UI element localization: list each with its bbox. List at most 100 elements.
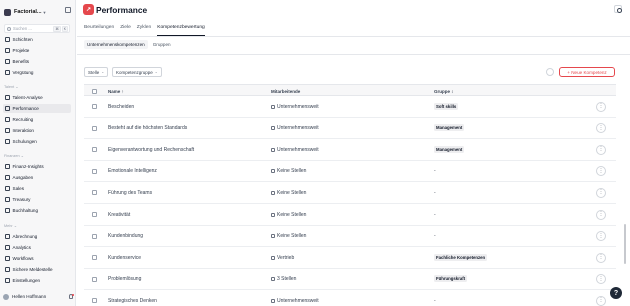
- row-checkbox[interactable]: [92, 104, 97, 109]
- more-options-icon[interactable]: ⋮: [596, 187, 606, 198]
- employees-cell: Unternehmensweit: [271, 125, 319, 131]
- filter-label: Kompetenzgruppe: [116, 69, 153, 75]
- group-empty: -: [434, 233, 436, 240]
- table-row[interactable]: Strategisches Denken Unternehmensweit - ⋮: [84, 290, 616, 306]
- more-options-icon[interactable]: ⋮: [596, 144, 606, 155]
- sidebar-item-sichere-meldestelle[interactable]: Sichere Meldestelle: [3, 265, 71, 274]
- tab-zyklen[interactable]: Zyklen: [137, 21, 151, 36]
- row-checkbox[interactable]: [92, 190, 97, 196]
- scrollbar[interactable]: [623, 84, 627, 306]
- row-checkbox[interactable]: [92, 125, 97, 131]
- table-row[interactable]: Bescheiden Unternehmensweit Soft skills ⋮: [84, 96, 616, 118]
- more-options-icon[interactable]: ⋮: [596, 209, 606, 220]
- help-button[interactable]: ?: [610, 287, 622, 299]
- row-checkbox[interactable]: [92, 276, 97, 282]
- table-row[interactable]: Eigenverantwortung und Rechenschaft Unter…: [84, 139, 616, 161]
- search-input[interactable]: Suchen ... ⌘ K: [4, 24, 70, 33]
- employees-cell: Vertrieb: [271, 255, 294, 261]
- graduation-icon: [5, 139, 10, 144]
- sidebar-item-finanz-insights[interactable]: Finanz-Insights: [3, 162, 71, 171]
- scrollbar-thumb[interactable]: [624, 224, 626, 264]
- more-options-icon[interactable]: ⋮: [596, 101, 606, 112]
- sidebar-item-sales[interactable]: Sales: [3, 184, 71, 193]
- search-icon: [7, 26, 11, 31]
- filter-stelle[interactable]: Stelle ⌄: [84, 67, 109, 77]
- employees-cell: Keine Stellen: [271, 190, 306, 196]
- table-header: Name ↑ Mitarbeitende Gruppe ↕: [84, 84, 616, 96]
- sidebar-item-einstellungen[interactable]: Einstellungen: [3, 276, 71, 285]
- tab-beurteilungen[interactable]: Beurteilungen: [84, 21, 114, 36]
- sidebar-item-verguetung[interactable]: Vergütung: [3, 68, 71, 77]
- competency-name: Eigenverantwortung und Rechenschaft: [108, 146, 195, 153]
- table-row[interactable]: Führung des Teams Keine Stellen - ⋮: [84, 182, 616, 204]
- more-options-icon[interactable]: ⋮: [596, 274, 606, 285]
- employees-cell: Unternehmensweit: [271, 104, 319, 110]
- sidebar-toggle-icon[interactable]: [65, 7, 71, 13]
- sidebar-item-interaktion[interactable]: Interaktion: [3, 126, 71, 135]
- subtab-unternehmenskompetenzen[interactable]: Unternehmenskompetenzen: [84, 40, 148, 49]
- sidebar-item-analytics[interactable]: Analytics: [3, 243, 71, 252]
- sidebar-item-schichten[interactable]: Schichten: [3, 35, 71, 44]
- competency-name: Emotionale Intelligenz: [108, 168, 157, 175]
- sidebar-item-label: Vergütung: [12, 70, 34, 75]
- company-switcher[interactable]: Factorial... ▼: [4, 5, 72, 19]
- sidebar-item-label: Finanz-Insights: [12, 164, 44, 169]
- main-tabs: Beurteilungen Ziele Zyklen Kompetenzbewe…: [84, 21, 211, 36]
- more-options-icon[interactable]: ⋮: [596, 166, 606, 177]
- sales-icon: [5, 186, 10, 191]
- divider: [77, 54, 630, 55]
- row-checkbox[interactable]: [92, 298, 97, 304]
- tab-kompetenzbewertung[interactable]: Kompetenzbewertung: [157, 21, 205, 36]
- sidebar-item-benefits[interactable]: Benefits: [3, 57, 71, 66]
- sidebar-item-recruiting[interactable]: Recruiting: [3, 115, 71, 124]
- more-options-icon[interactable]: ⋮: [596, 295, 606, 306]
- sidebar-item-performance[interactable]: Performance: [3, 104, 71, 113]
- sidebar-item-talent-analyse[interactable]: Talent-Analyse: [3, 93, 71, 102]
- employees-cell: Keine Stellen: [271, 233, 306, 239]
- more-options-icon[interactable]: ⋮: [596, 252, 606, 263]
- new-competency-button[interactable]: + Neue Kompetenz: [559, 67, 615, 77]
- row-checkbox[interactable]: [92, 255, 97, 261]
- sidebar-item-schulungen[interactable]: Schulungen: [3, 137, 71, 146]
- bell-icon[interactable]: [68, 293, 74, 299]
- row-checkbox[interactable]: [92, 212, 97, 217]
- column-header-name[interactable]: Name ↑: [108, 89, 124, 94]
- sidebar-item-label: Schulungen: [12, 139, 37, 144]
- table-row[interactable]: Kundenbindung Keine Stellen - ⋮: [84, 226, 616, 248]
- row-checkbox[interactable]: [92, 233, 97, 239]
- table-row[interactable]: Emotionale Intelligenz Keine Stellen - ⋮: [84, 161, 616, 183]
- row-checkbox[interactable]: [92, 168, 97, 174]
- user-profile[interactable]: Hellen Hoffmann: [3, 292, 74, 301]
- table-row[interactable]: Kundenservice Vertrieb Fachliche Kompetenz…: [84, 247, 616, 269]
- sidebar-item-projekte[interactable]: Projekte: [3, 46, 71, 55]
- sidebar-item-treasury[interactable]: Treasury: [3, 195, 71, 204]
- sidebar-item-label: Analytics: [12, 245, 31, 250]
- sidebar-item-label: Abrechnung: [12, 234, 38, 239]
- sidebar-item-abrechnung[interactable]: Abrechnung: [3, 232, 71, 241]
- tab-ziele[interactable]: Ziele: [120, 21, 131, 36]
- more-options-icon[interactable]: ⋮: [596, 123, 606, 134]
- subtab-gruppen[interactable]: Gruppen: [150, 40, 174, 49]
- sidebar-item-label: Performance: [12, 106, 39, 111]
- sidebar-item-label: Projekte: [12, 48, 30, 53]
- avatar: [3, 293, 9, 300]
- table-row[interactable]: Problemlösung 3 Stellen Führungskraft ⋮: [84, 269, 616, 291]
- filter-kompetenzgruppe[interactable]: Kompetenzgruppe ⌄: [112, 67, 162, 77]
- table-row[interactable]: Besteht auf die höchsten Standards Untern…: [84, 118, 616, 140]
- more-options-icon[interactable]: ⋮: [596, 231, 606, 242]
- row-checkbox[interactable]: [92, 147, 97, 153]
- sidebar-item-ausgaben[interactable]: Ausgaben: [3, 173, 71, 182]
- group-empty: -: [434, 189, 436, 196]
- sidebar-item-buchhaltung[interactable]: Buchhaltung: [3, 206, 71, 215]
- shortcut-key: ⌘: [53, 25, 61, 32]
- building-icon: [271, 298, 275, 303]
- select-all-checkbox[interactable]: [92, 88, 97, 94]
- settings-icon[interactable]: [614, 5, 622, 13]
- table-row[interactable]: Kreativität Keine Stellen - ⋮: [84, 204, 616, 226]
- column-header-gruppe[interactable]: Gruppe ↕: [434, 89, 454, 94]
- search-icon[interactable]: [546, 68, 554, 76]
- company-name: Factorial...: [14, 9, 42, 15]
- sidebar-item-workflows[interactable]: Workflows: [3, 254, 71, 263]
- shield-icon: [5, 267, 10, 272]
- group-empty: -: [434, 211, 436, 218]
